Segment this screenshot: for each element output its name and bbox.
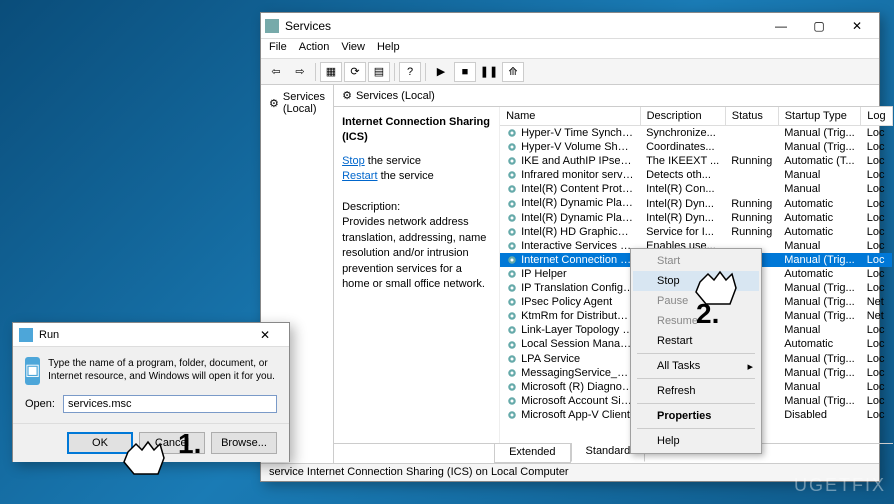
gear-icon: ⚙	[269, 97, 279, 110]
gear-icon: ⚙	[342, 89, 352, 102]
restart-icon[interactable]: ⟰	[502, 62, 524, 82]
context-menu-item: Resume	[633, 311, 759, 331]
browse-button[interactable]: Browse...	[211, 432, 277, 454]
context-menu-item: Pause	[633, 291, 759, 311]
context-menu-item[interactable]: Help	[633, 431, 759, 451]
context-menu: StartStopPauseResumeRestart All Tasks▸ Ref…	[630, 248, 762, 454]
tab-extended[interactable]: Extended	[494, 444, 570, 463]
stop-icon[interactable]: ■	[454, 62, 476, 82]
back-icon[interactable]: ⇦	[265, 62, 287, 82]
export-icon[interactable]: ▤	[368, 62, 390, 82]
detail-pane: Internet Connection Sharing (ICS) Stop t…	[334, 107, 500, 443]
forward-icon[interactable]: ⇨	[289, 62, 311, 82]
run-titlebar[interactable]: Run ✕	[13, 323, 289, 347]
minimize-button[interactable]: —	[763, 15, 799, 37]
service-row[interactable]: Intel(R) HD Graphics Contro...Service fo…	[500, 225, 892, 239]
run-dialog: Run ✕ ▣ Type the name of a program, fold…	[12, 322, 290, 462]
context-menu-item[interactable]: All Tasks▸	[633, 356, 759, 376]
cancel-button[interactable]: Cancel	[139, 432, 205, 454]
list-header: ⚙ Services (Local)	[334, 85, 893, 107]
column-header[interactable]: Name	[500, 107, 640, 126]
open-label: Open:	[25, 398, 55, 410]
properties-icon[interactable]: ▦	[320, 62, 342, 82]
desc-label: Description:	[342, 200, 491, 215]
run-icon	[19, 328, 33, 342]
view-tabs: Extended Standard	[334, 443, 893, 463]
service-row[interactable]: Intel(R) Dynamic Platform a...Intel(R) D…	[500, 211, 892, 225]
services-icon	[265, 19, 279, 33]
run-input[interactable]	[63, 395, 277, 413]
service-row[interactable]: Intel(R) Dynamic Platform a...Intel(R) D…	[500, 196, 892, 210]
desc-body: Provides network address translation, ad…	[342, 215, 491, 292]
run-description: Type the name of a program, folder, docu…	[48, 357, 277, 385]
run-app-icon: ▣	[25, 357, 40, 385]
titlebar[interactable]: Services — ▢ ✕	[261, 13, 879, 39]
column-header[interactable]: Description	[640, 107, 725, 126]
service-row[interactable]: Intel(R) Content Protection ...Intel(R) …	[500, 182, 892, 196]
column-header[interactable]: Startup Type	[778, 107, 861, 126]
services-window: Services — ▢ ✕ File Action View Help ⇦ ⇨…	[260, 12, 880, 482]
refresh-icon[interactable]: ⟳	[344, 62, 366, 82]
tree-root-item[interactable]: ⚙ Services (Local)	[265, 89, 329, 117]
run-close-button[interactable]: ✕	[247, 324, 283, 346]
run-title-text: Run	[39, 329, 247, 341]
restart-link[interactable]: Restart	[342, 170, 377, 182]
ok-button[interactable]: OK	[67, 432, 133, 454]
context-menu-item[interactable]: Refresh	[633, 381, 759, 401]
window-title: Services	[285, 19, 763, 33]
menu-view[interactable]: View	[341, 41, 365, 56]
statusbar: service Internet Connection Sharing (ICS…	[261, 463, 879, 481]
menubar: File Action View Help	[261, 39, 879, 59]
stop-link[interactable]: Stop	[342, 155, 365, 167]
pause-toolbar-icon[interactable]: ❚❚	[478, 62, 500, 82]
close-button[interactable]: ✕	[839, 15, 875, 37]
toolbar: ⇦ ⇨ ▦ ⟳ ▤ ? ▶ ■ ❚❚ ⟰	[261, 59, 879, 85]
context-menu-item[interactable]: Properties	[633, 406, 759, 426]
context-menu-item: Start	[633, 251, 759, 271]
column-header[interactable]: Status	[725, 107, 778, 126]
menu-file[interactable]: File	[269, 41, 287, 56]
context-menu-item[interactable]: Restart	[633, 331, 759, 351]
menu-help[interactable]: Help	[377, 41, 400, 56]
column-header[interactable]: Log	[861, 107, 892, 126]
start-icon[interactable]: ▶	[430, 62, 452, 82]
selected-service-name: Internet Connection Sharing (ICS)	[342, 115, 491, 146]
context-menu-item[interactable]: Stop	[633, 271, 759, 291]
help-icon[interactable]: ?	[399, 62, 421, 82]
maximize-button[interactable]: ▢	[801, 15, 837, 37]
service-row[interactable]: IKE and AuthIP IPsec Keying...The IKEEXT…	[500, 154, 892, 168]
service-row[interactable]: Hyper-V Time Synchronizat...Synchronize.…	[500, 126, 892, 141]
service-row[interactable]: Hyper-V Volume Shadow C...Coordinates...…	[500, 140, 892, 154]
menu-action[interactable]: Action	[299, 41, 330, 56]
watermark: UGETFIX	[794, 475, 886, 496]
service-row[interactable]: Infrared monitor serviceDetects oth...Ma…	[500, 168, 892, 182]
